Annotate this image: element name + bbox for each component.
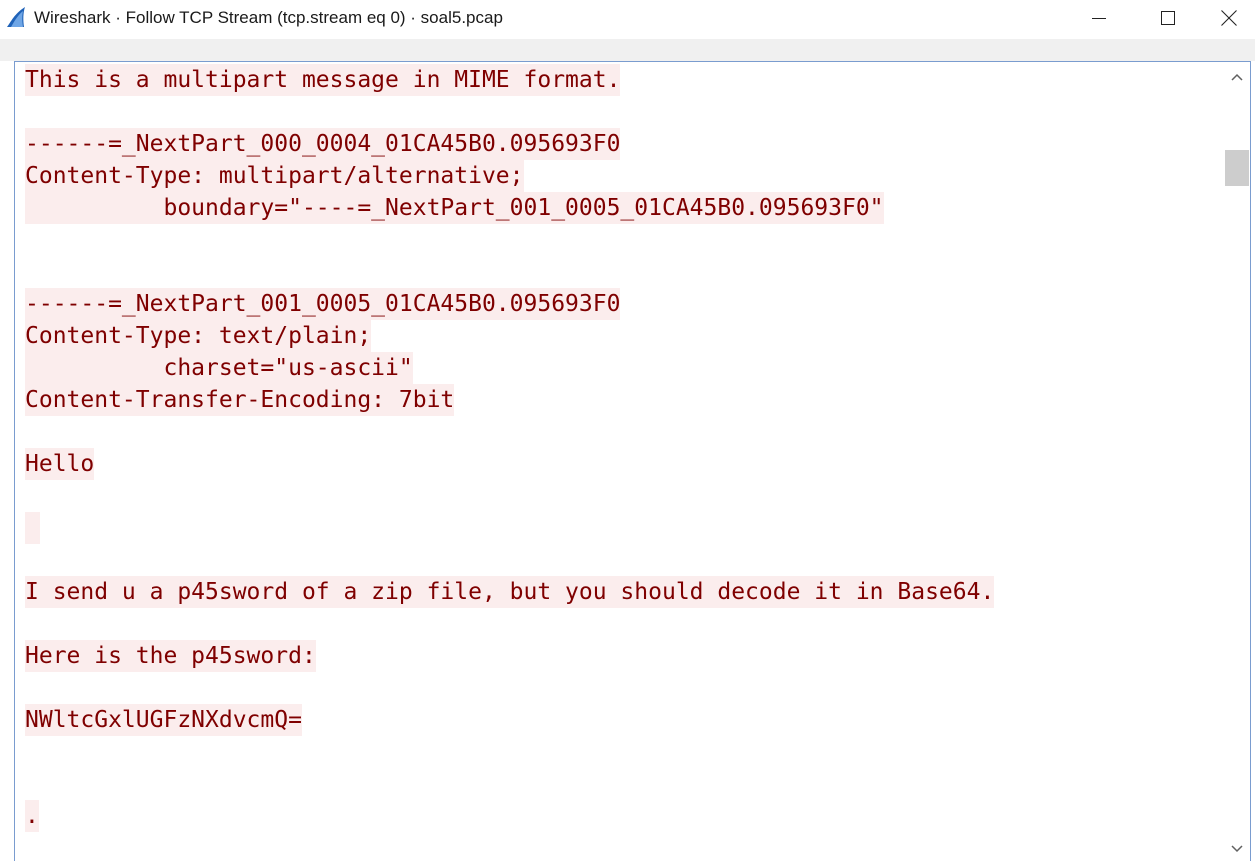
stream-line-text: Content-Type: multipart/alternative; [25,160,524,192]
stream-line-text: NWltcGxlUGFzNXdvcmQ= [25,704,302,736]
stream-line: charset="us-ascii" [25,352,1225,384]
stream-line-text: Hello [25,448,95,480]
stream-line [25,480,1225,512]
stream-line-text: charset="us-ascii" [25,352,413,384]
stream-line [25,608,1225,640]
stream-line [25,256,1225,288]
stream-line-text: Content-Transfer-Encoding: 7bit [25,384,455,416]
close-icon [1221,10,1237,26]
stream-line-text: Content-Type: text/plain; [25,320,372,352]
scroll-thumb[interactable] [1225,150,1249,186]
title-bar: Wireshark · Follow TCP Stream (tcp.strea… [0,0,1255,39]
close-button[interactable] [1203,0,1255,36]
stream-line-text [25,512,40,544]
stream-line [25,672,1225,704]
stream-line: I send u a p45sword of a zip file, but y… [25,576,1225,608]
stream-line: Hello [25,448,1225,480]
stream-line [25,768,1225,800]
stream-line-text: ------=_NextPart_000_0004_01CA45B0.09569… [25,128,621,160]
stream-line: boundary="----=_NextPart_001_0005_01CA45… [25,192,1225,224]
stream-line: ------=_NextPart_001_0005_01CA45B0.09569… [25,288,1225,320]
stream-line: Content-Transfer-Encoding: 7bit [25,384,1225,416]
stream-line [25,96,1225,128]
stream-text[interactable]: This is a multipart message in MIME form… [25,64,1225,832]
stream-line: Content-Type: multipart/alternative; [25,160,1225,192]
stream-line: Content-Type: text/plain; [25,320,1225,352]
stream-line-text: boundary="----=_NextPart_001_0005_01CA45… [25,192,884,224]
stream-line-text: Here is the p45sword: [25,640,316,672]
minimize-button[interactable] [1064,0,1134,36]
stream-line [25,544,1225,576]
stream-line-text: . [25,800,39,832]
window-gap [0,39,1255,61]
stream-line: NWltcGxlUGFzNXdvcmQ= [25,704,1225,736]
scroll-down-arrow-icon [1231,845,1243,853]
window-title: Wireshark · Follow TCP Stream (tcp.strea… [34,8,503,27]
stream-line: This is a multipart message in MIME form… [25,64,1225,96]
stream-line-text: ------=_NextPart_001_0005_01CA45B0.09569… [25,288,621,320]
minimize-icon [1092,18,1106,19]
scroll-down-button[interactable] [1228,840,1246,858]
stream-line [25,512,1225,544]
stream-line [25,224,1225,256]
scroll-up-button[interactable] [1228,68,1246,86]
wireshark-fin-icon [7,7,25,27]
stream-line: ------=_NextPart_000_0004_01CA45B0.09569… [25,128,1225,160]
maximize-button[interactable] [1133,0,1203,36]
stream-line [25,416,1225,448]
stream-line-text: This is a multipart message in MIME form… [25,64,621,96]
stream-line: Here is the p45sword: [25,640,1225,672]
scroll-up-arrow-icon [1231,73,1243,81]
vertical-scrollbar[interactable] [1224,62,1250,861]
stream-content-pane[interactable]: This is a multipart message in MIME form… [14,61,1251,861]
stream-line: . [25,800,1225,832]
stream-line [25,736,1225,768]
stream-line-text: I send u a p45sword of a zip file, but y… [25,576,995,608]
maximize-icon [1161,11,1175,25]
